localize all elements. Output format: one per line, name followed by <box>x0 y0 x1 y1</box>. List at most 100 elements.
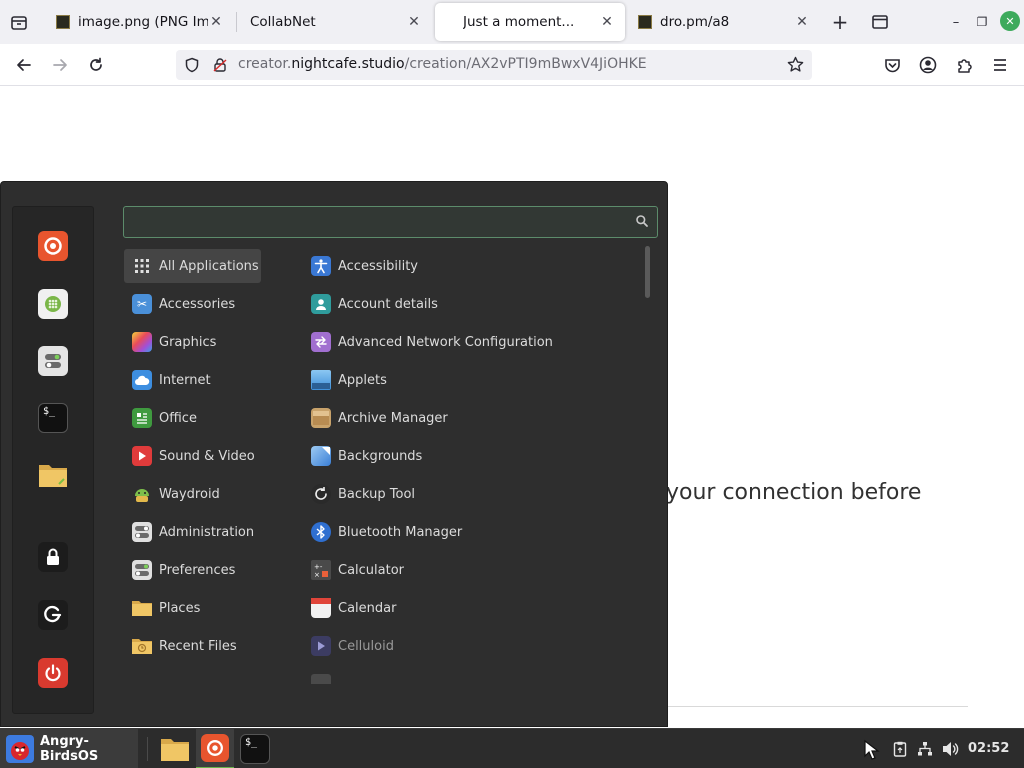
app-backup-tool[interactable]: Backup Tool <box>303 477 633 511</box>
archive-icon <box>311 408 331 428</box>
software-manager-icon[interactable] <box>38 289 68 319</box>
scissors-icon: ✂ <box>132 294 152 314</box>
url-bar[interactable]: creator.nightcafe.studio/creation/AX2vPT… <box>176 50 812 80</box>
tab-title: Just a moment... <box>463 14 575 30</box>
category-all-applications[interactable]: All Applications <box>124 249 261 283</box>
svg-text:+-: +- <box>314 563 323 571</box>
back-button[interactable] <box>10 51 38 79</box>
forward-button[interactable] <box>46 51 74 79</box>
category-label: Internet <box>159 372 211 388</box>
category-sound-video[interactable]: Sound & Video <box>124 439 261 473</box>
category-office[interactable]: Office <box>124 401 261 435</box>
app-accessibility[interactable]: Accessibility <box>303 249 633 283</box>
category-recent-files[interactable]: Recent Files <box>124 629 261 663</box>
url-text[interactable]: creator.nightcafe.studio/creation/AX2vPT… <box>238 56 647 72</box>
tab-close-icon[interactable]: ✕ <box>208 14 224 30</box>
logout-icon[interactable] <box>38 600 68 630</box>
taskbar-terminal-icon[interactable]: $_ <box>240 734 270 764</box>
app-calculator[interactable]: +- × Calculator <box>303 553 633 587</box>
firefox-view-icon[interactable] <box>8 12 30 34</box>
settings-toggles-icon[interactable] <box>38 346 68 376</box>
tracking-protection-icon[interactable] <box>184 57 200 77</box>
app-bluetooth-manager[interactable]: Bluetooth Manager <box>303 515 633 549</box>
application-menu: $_ All Applications ✂ Accessories Graphi… <box>0 181 668 727</box>
app-label: Calculator <box>338 562 405 578</box>
extensions-icon[interactable] <box>950 51 978 79</box>
app-applets[interactable]: Applets <box>303 363 633 397</box>
category-label: All Applications <box>159 258 259 274</box>
navigation-bar: creator.nightcafe.studio/creation/AX2vPT… <box>0 44 1024 86</box>
tab-just-a-moment[interactable]: Just a moment... ✕ <box>435 3 625 41</box>
angry-bird-logo-icon <box>6 735 34 763</box>
files-folder-icon[interactable] <box>38 460 68 490</box>
menu-search-input[interactable] <box>123 206 658 238</box>
close-window-button[interactable]: ✕ <box>1000 11 1020 31</box>
taskbar-clock[interactable]: 02:52 <box>968 741 1009 756</box>
search-icon <box>635 214 649 228</box>
category-label: Recent Files <box>159 638 237 654</box>
category-graphics[interactable]: Graphics <box>124 325 261 359</box>
backup-icon <box>311 484 331 504</box>
clipboard-icon[interactable] <box>891 739 909 759</box>
app-account-details[interactable]: Account details <box>303 287 633 321</box>
tab-list-icon[interactable] <box>869 12 891 32</box>
app-celluloid[interactable]: Celluloid <box>303 629 633 663</box>
mouse-cursor-icon <box>862 739 882 761</box>
app-advanced-network-configuration[interactable]: Advanced Network Configuration <box>303 325 633 359</box>
category-administration[interactable]: Administration <box>124 515 261 549</box>
terminal-icon[interactable]: $_ <box>38 403 68 433</box>
tab-collabnet[interactable]: CollabNet ✕ <box>238 3 432 41</box>
category-label: Accessories <box>159 296 236 312</box>
tab-dro-pm[interactable]: dro.pm/a8 ✕ <box>626 3 820 41</box>
tab-close-icon[interactable]: ✕ <box>599 14 615 30</box>
category-internet[interactable]: Internet <box>124 363 261 397</box>
app-label: Applets <box>338 372 387 388</box>
tab-close-icon[interactable]: ✕ <box>406 14 422 30</box>
celluloid-icon <box>311 636 331 656</box>
account-icon[interactable] <box>914 51 942 79</box>
shutdown-icon[interactable] <box>38 658 68 688</box>
app-label: Backgrounds <box>338 448 423 464</box>
app-archive-manager[interactable]: Archive Manager <box>303 401 633 435</box>
volume-icon[interactable] <box>941 739 961 759</box>
restore-button[interactable]: ❐ <box>972 12 992 32</box>
palette-icon <box>132 332 152 352</box>
taskbar-firefox-button[interactable] <box>196 729 234 768</box>
lock-screen-icon[interactable] <box>38 542 68 572</box>
reload-button[interactable] <box>82 51 110 79</box>
app-backgrounds[interactable]: Backgrounds <box>303 439 633 473</box>
taskbar: Angry-BirdsOS $_ 02:52 <box>0 728 1024 768</box>
category-places[interactable]: Places <box>124 591 261 625</box>
calendar-icon <box>311 598 331 618</box>
menu-search-field[interactable] <box>124 207 657 237</box>
tab-title: image.png (PNG Image <box>78 14 208 30</box>
folder-clock-icon <box>132 636 152 656</box>
taskbar-files-folder-icon[interactable] <box>160 734 190 764</box>
category-preferences[interactable]: Preferences <box>124 553 261 587</box>
category-accessories[interactable]: ✂ Accessories <box>124 287 261 321</box>
pocket-icon[interactable] <box>878 51 906 79</box>
bookmark-star-icon[interactable] <box>787 56 804 77</box>
tab-close-icon[interactable]: ✕ <box>794 14 810 30</box>
app-label: Celluloid <box>338 638 394 654</box>
app-calendar[interactable]: Calendar <box>303 591 633 625</box>
network-icon <box>311 332 331 352</box>
hamburger-menu-icon[interactable] <box>986 51 1014 79</box>
category-label: Graphics <box>159 334 217 350</box>
grid-icon <box>132 256 152 276</box>
category-label: Preferences <box>159 562 236 578</box>
tab-image-png[interactable]: image.png (PNG Image ✕ <box>44 3 234 41</box>
start-menu-button[interactable]: Angry-BirdsOS <box>0 729 138 768</box>
network-icon[interactable] <box>915 739 935 759</box>
category-waydroid[interactable]: Waydroid <box>124 477 261 511</box>
category-label: Waydroid <box>159 486 220 502</box>
new-tab-button[interactable]: + <box>828 10 852 34</box>
app-label: Accessibility <box>338 258 418 274</box>
firefox-icon[interactable] <box>38 231 68 261</box>
taskbar-separator <box>147 737 148 761</box>
minimize-button[interactable]: – <box>946 12 966 32</box>
image-favicon-icon <box>56 15 70 29</box>
app-label: Calendar <box>338 600 397 616</box>
menu-scrollbar[interactable] <box>645 246 650 298</box>
insecure-lock-icon[interactable] <box>212 57 228 77</box>
